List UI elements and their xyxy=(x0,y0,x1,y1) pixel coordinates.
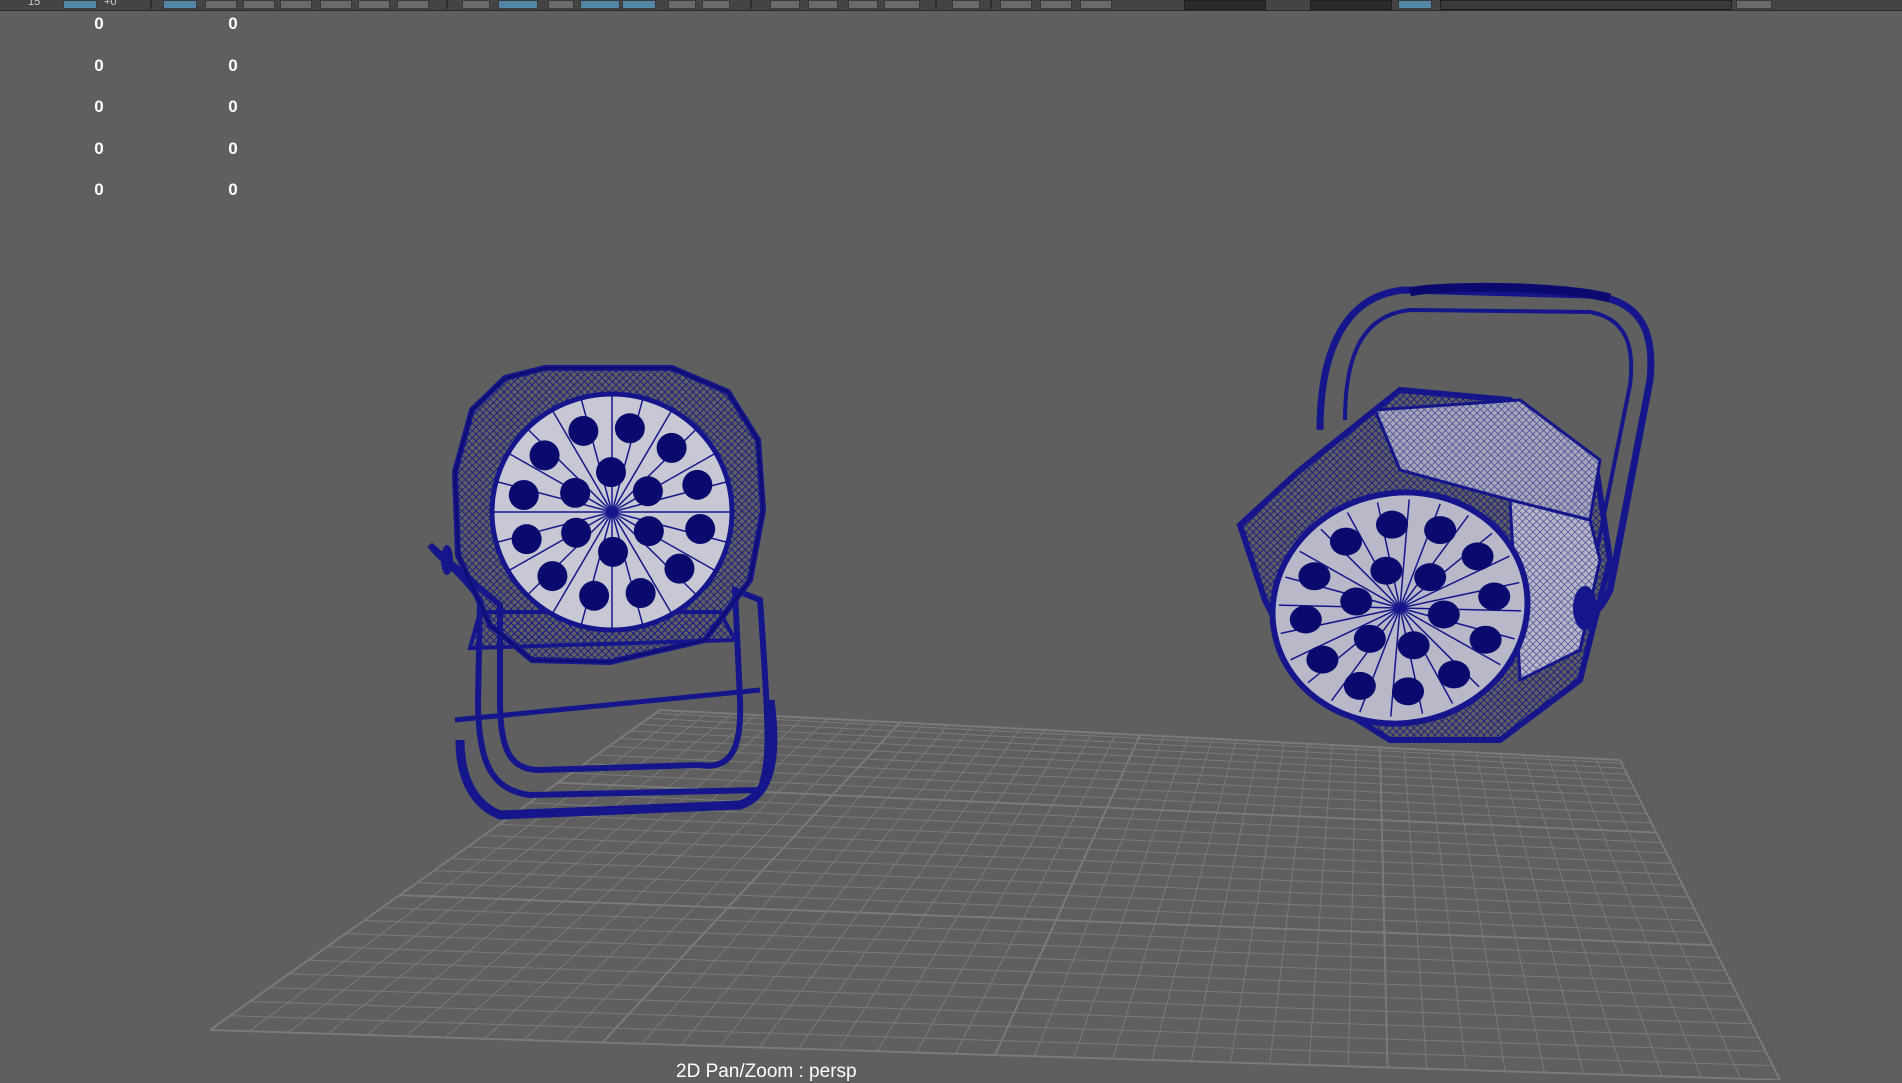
hud-value: 0 xyxy=(228,139,238,158)
grid-line xyxy=(1073,737,1189,1058)
led-emitter xyxy=(656,432,687,463)
led-emitter xyxy=(1427,600,1460,629)
hud-row: 0 0 xyxy=(0,139,300,159)
grid-line xyxy=(1112,738,1213,1059)
led-emitter xyxy=(529,440,560,471)
led-emitter xyxy=(1340,587,1373,616)
grid-line xyxy=(1033,736,1165,1057)
led-emitter xyxy=(1478,582,1511,611)
grid-line xyxy=(994,734,1141,1056)
grid-line xyxy=(450,858,1695,910)
led-emitter xyxy=(1289,605,1322,634)
led-emitter xyxy=(1353,624,1386,653)
led-emitter xyxy=(1461,542,1494,571)
led-emitter xyxy=(560,477,591,508)
led-emitter xyxy=(625,578,656,609)
led-emitter xyxy=(1469,625,1502,654)
led-emitter xyxy=(1392,677,1425,706)
led-emitter xyxy=(633,516,664,547)
led-emitter xyxy=(1329,527,1362,556)
grid-line xyxy=(327,713,733,1035)
grid-line xyxy=(543,792,1662,844)
grid-line xyxy=(798,728,1021,1050)
led-emitter xyxy=(685,513,716,544)
grid-line xyxy=(1619,759,1781,1080)
grid-line xyxy=(248,710,685,1032)
grid-line xyxy=(499,823,1678,875)
led-emitter xyxy=(508,480,539,511)
led-emitter xyxy=(1343,671,1376,700)
grid-line xyxy=(1571,757,1702,1078)
led-emitter xyxy=(1438,660,1471,689)
led-emitter xyxy=(1370,556,1403,585)
grid-line xyxy=(327,946,1739,998)
led-emitter xyxy=(579,580,610,611)
hud-value: 0 xyxy=(228,180,238,199)
grid-line xyxy=(230,1015,1773,1067)
led-emitter xyxy=(632,476,663,507)
grid-line xyxy=(483,835,1683,887)
grid-line xyxy=(399,894,1713,947)
grid-line xyxy=(209,1029,1781,1080)
grid-line xyxy=(1151,739,1237,1061)
grid-line xyxy=(363,920,1726,972)
led-emitter xyxy=(614,413,645,444)
hud-row: 0 0 xyxy=(0,97,300,117)
led-emitter xyxy=(596,457,627,488)
led-emitter xyxy=(1424,516,1457,545)
hud-value: 0 xyxy=(228,56,238,75)
hud-value: 0 xyxy=(94,14,104,33)
led-emitter xyxy=(664,553,695,584)
grid-line xyxy=(467,846,1689,898)
led-emitter xyxy=(1414,563,1447,592)
grid-line xyxy=(381,907,1719,959)
hud-row: 0 0 xyxy=(0,56,300,76)
hud-row: 0 0 xyxy=(0,180,300,200)
led-emitter xyxy=(682,469,713,500)
led-emitter xyxy=(568,415,599,446)
grid-line xyxy=(837,729,1045,1051)
grid-line xyxy=(680,724,949,1046)
grid-line xyxy=(269,987,1759,1039)
ground-grid xyxy=(209,709,1781,1080)
led-emitter xyxy=(1298,562,1331,591)
led-emitter xyxy=(511,524,542,555)
grid-line xyxy=(719,725,973,1047)
hud-value: 0 xyxy=(94,97,104,116)
3d-viewport[interactable] xyxy=(0,0,1902,1080)
par-light-left-mesh[interactable] xyxy=(427,365,778,820)
led-emitter xyxy=(1375,510,1408,539)
grid-line xyxy=(250,1001,1766,1053)
hud-value: 0 xyxy=(94,139,104,158)
grid-line xyxy=(345,933,1732,985)
par-light-right-mesh[interactable] xyxy=(1236,282,1655,747)
hud-value: 0 xyxy=(228,97,238,116)
hud-value: 0 xyxy=(94,180,104,199)
hud-value: 0 xyxy=(94,56,104,75)
led-emitter xyxy=(537,561,568,592)
grid-line xyxy=(601,721,901,1044)
led-emitter xyxy=(1306,645,1339,674)
hud-row: 0 0 xyxy=(0,14,300,34)
grid-line xyxy=(288,712,709,1033)
hud-value: 0 xyxy=(228,14,238,33)
led-emitter xyxy=(597,536,628,567)
grid-line xyxy=(1547,756,1663,1077)
grid-line xyxy=(1595,758,1742,1079)
grid-line xyxy=(209,709,661,1031)
led-emitter xyxy=(1397,631,1430,660)
led-emitter xyxy=(561,517,592,548)
